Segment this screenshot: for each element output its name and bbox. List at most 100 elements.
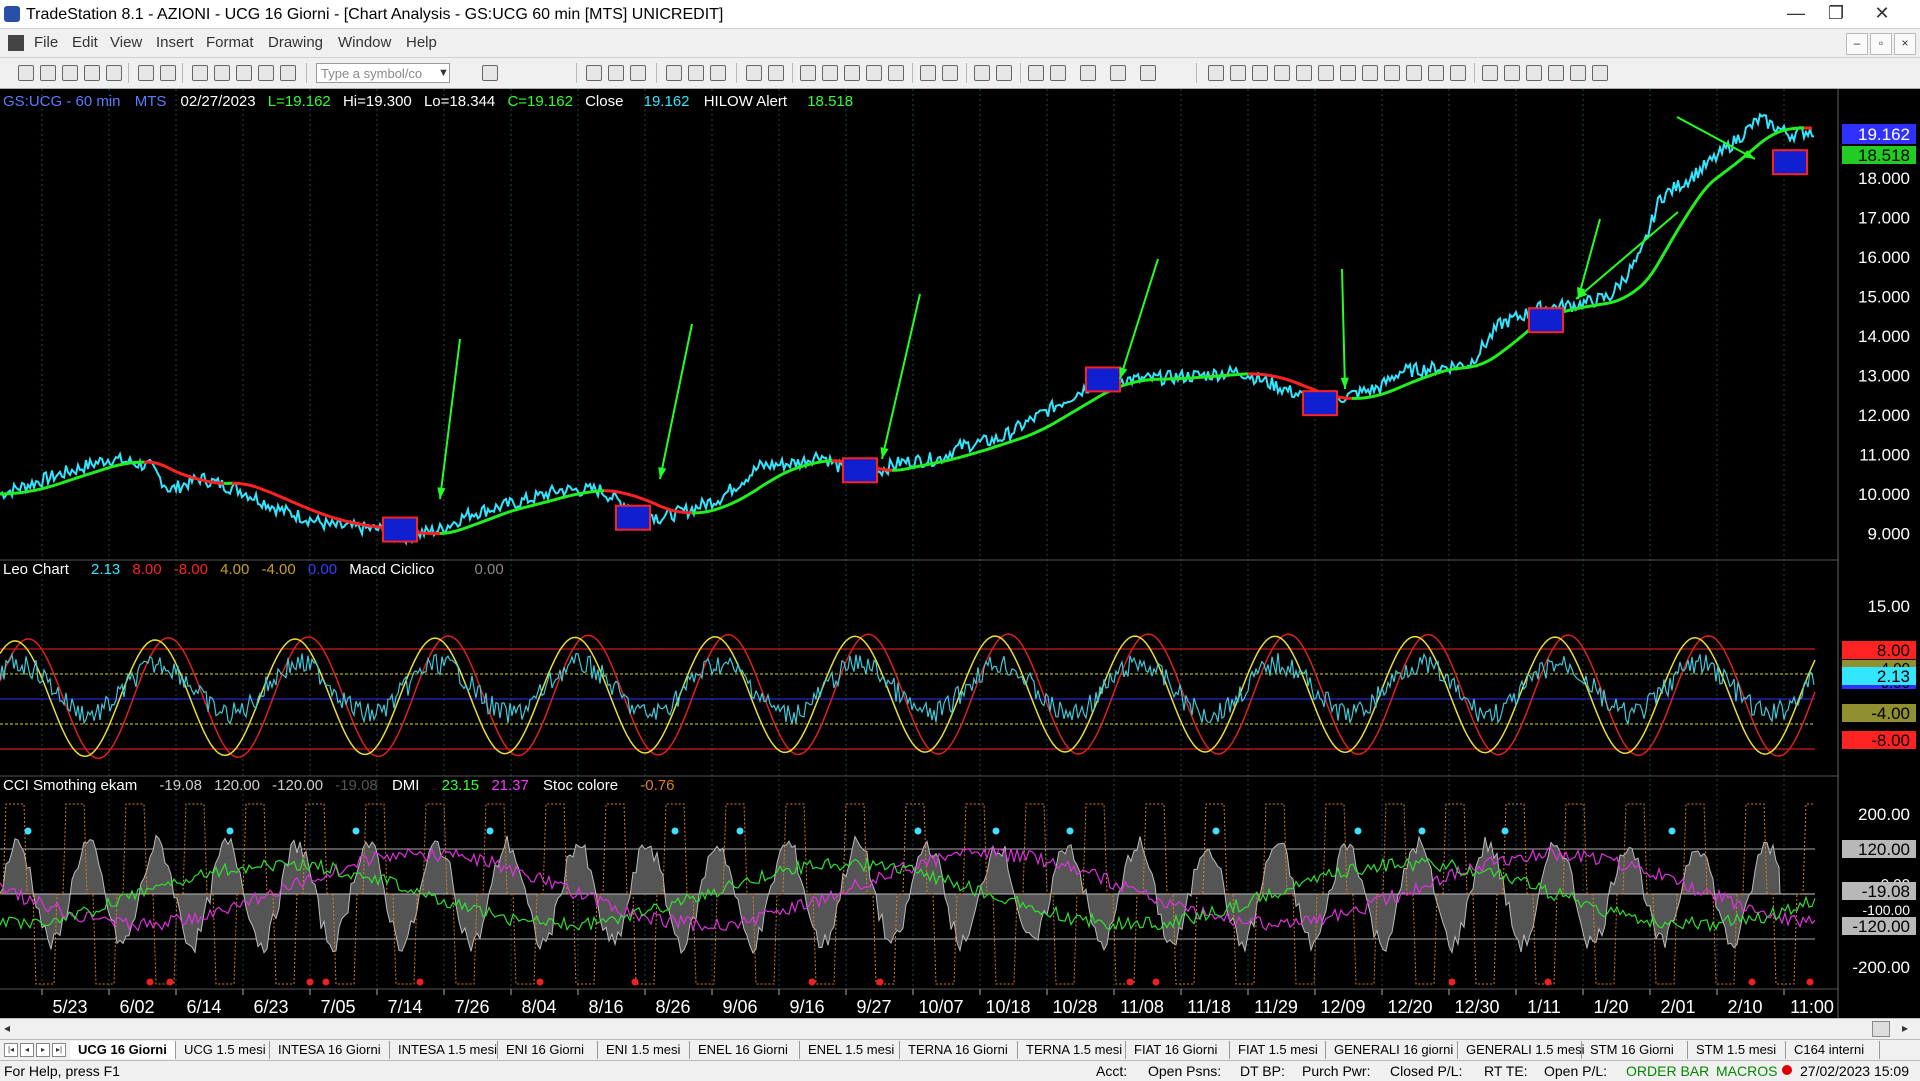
tab-stm-1-5-mesi[interactable]: STM 1.5 mesi: [1688, 1041, 1786, 1059]
bars-back-icon[interactable]: [866, 65, 882, 81]
mdi-restore-button[interactable]: ▫: [1870, 33, 1892, 55]
symbol-dropdown-icon[interactable]: ▼: [438, 63, 449, 83]
copy-icon[interactable]: [84, 65, 100, 81]
lock-icon[interactable]: [236, 65, 252, 81]
tab-terna-16-giorni[interactable]: TERNA 16 Giorni: [900, 1041, 1018, 1059]
freehand-icon[interactable]: [1482, 65, 1498, 81]
down-arrow-marker-icon[interactable]: [1504, 65, 1520, 81]
data-window-icon[interactable]: [608, 65, 624, 81]
print-preview-icon[interactable]: [160, 65, 176, 81]
tab-c164-interni[interactable]: C164 interni: [1786, 1041, 1880, 1059]
tab-last-icon[interactable]: ▸|: [52, 1043, 66, 1057]
ellipse-icon[interactable]: [1548, 65, 1564, 81]
folder-icon[interactable]: [106, 65, 122, 81]
chart-window-icon[interactable]: [8, 35, 24, 51]
tab-eni-1-5-mesi[interactable]: ENI 1.5 mesi: [598, 1041, 690, 1059]
tab-prev-icon[interactable]: ◂: [20, 1043, 34, 1057]
rectangle-icon[interactable]: [1570, 65, 1586, 81]
close-button[interactable]: ✕: [1862, 0, 1902, 28]
menu-file[interactable]: File: [34, 34, 58, 51]
horizontal-lines-icon[interactable]: [1252, 65, 1268, 81]
tab-enel-16-giorni[interactable]: ENEL 16 Giorni: [690, 1041, 800, 1059]
line-chart-icon[interactable]: [688, 65, 704, 81]
pointer-icon[interactable]: [1028, 65, 1044, 81]
mdi-minimize-button[interactable]: –: [1846, 33, 1868, 55]
andrews-pitchfork-icon[interactable]: [1318, 65, 1334, 81]
chart-format-icon[interactable]: [586, 65, 602, 81]
alerts-icon[interactable]: [1140, 65, 1156, 81]
price-axis-tick: 9.000: [1867, 525, 1910, 544]
new-icon[interactable]: [18, 65, 34, 81]
tab-first-icon[interactable]: |◂: [4, 1043, 18, 1057]
mdi-close-button[interactable]: ×: [1894, 33, 1916, 55]
tools-icon[interactable]: [1080, 65, 1096, 81]
price-axis-tick: 14.000: [1858, 327, 1910, 346]
tab-fiat-1-5-mesi[interactable]: FIAT 1.5 mesi: [1230, 1041, 1326, 1059]
zoom-out-icon[interactable]: [996, 65, 1012, 81]
menu-format[interactable]: Format: [206, 34, 254, 51]
insert-strategy-icon[interactable]: [768, 65, 784, 81]
menu-edit[interactable]: Edit: [72, 34, 98, 51]
tab-intesa-16-giorni[interactable]: INTESA 16 Giorni: [270, 1041, 390, 1059]
tab-generali-16-giorni[interactable]: GENERALI 16 giorni: [1326, 1041, 1458, 1059]
channel-icon[interactable]: [1274, 65, 1290, 81]
pencil-icon[interactable]: [1450, 65, 1466, 81]
data-compress-icon[interactable]: [822, 65, 838, 81]
symbol-input[interactable]: Type a symbol/co: [316, 63, 450, 83]
indicator-icon[interactable]: [280, 65, 296, 81]
tab-enel-1-5-mesi[interactable]: ENEL 1.5 mesi: [800, 1041, 900, 1059]
maximize-button[interactable]: ❐: [1816, 0, 1856, 28]
horizontal-arrow-icon[interactable]: [1384, 65, 1400, 81]
gann-fan-icon[interactable]: [1340, 65, 1356, 81]
chart-table-icon[interactable]: [630, 65, 646, 81]
menu-view[interactable]: View: [110, 34, 142, 51]
parallel-lines-icon[interactable]: [1406, 65, 1422, 81]
refresh-icon[interactable]: [710, 65, 726, 81]
tab-intesa-1-5-mesi[interactable]: INTESA 1.5 mesi: [390, 1041, 498, 1059]
data-expand-icon[interactable]: [844, 65, 860, 81]
vertical-lines-icon[interactable]: [1230, 65, 1246, 81]
tab-next-icon[interactable]: ▸: [36, 1043, 50, 1057]
zoom-in-icon[interactable]: [974, 65, 990, 81]
tab-generali-1-5-mesi[interactable]: GENERALI 1.5 mesi: [1458, 1041, 1582, 1059]
select-icon[interactable]: [1050, 65, 1066, 81]
window-tile-icon[interactable]: [192, 65, 208, 81]
open-icon[interactable]: [40, 65, 56, 81]
tab-terna-1-5-mesi[interactable]: TERNA 1.5 mesi: [1018, 1041, 1126, 1059]
tab-eni-16-giorni[interactable]: ENI 16 Giorni: [498, 1041, 598, 1059]
menu-insert[interactable]: Insert: [156, 34, 194, 51]
arc-icon[interactable]: [1428, 65, 1444, 81]
chart-analysis-window[interactable]: GS:UCG - 60 min MTS 02/27/2023 L=19.162 …: [0, 89, 1920, 1018]
window-cascade-icon[interactable]: [214, 65, 230, 81]
menu-window[interactable]: Window: [338, 34, 391, 51]
crosshair-icon[interactable]: [920, 65, 936, 81]
insert-analysis-icon[interactable]: [746, 65, 762, 81]
scroll-thumb[interactable]: [1872, 1021, 1890, 1037]
order-icon[interactable]: [1110, 65, 1126, 81]
up-arrow-marker-icon[interactable]: [1526, 65, 1542, 81]
menu-help[interactable]: Help: [406, 34, 437, 51]
text-icon[interactable]: [1592, 65, 1608, 81]
horizontal-scrollbar[interactable]: ◂ ▸: [0, 1018, 1920, 1039]
go-arrow-icon[interactable]: [482, 65, 498, 81]
tab-fiat-16-giorni[interactable]: FIAT 16 Giorni: [1126, 1041, 1230, 1059]
trendline-icon[interactable]: [1208, 65, 1224, 81]
save-icon[interactable]: [62, 65, 78, 81]
tab-ucg-1-5-mesi[interactable]: UCG 1.5 mesi: [176, 1041, 270, 1059]
pan-icon[interactable]: [942, 65, 958, 81]
status-order-bar[interactable]: ORDER BAR: [1626, 1063, 1709, 1079]
bar-chart-icon[interactable]: [666, 65, 682, 81]
print-icon[interactable]: [138, 65, 154, 81]
menu-drawing[interactable]: Drawing: [268, 34, 323, 51]
status-macros[interactable]: MACROS: [1716, 1063, 1777, 1079]
tab-ucg-16-giorni[interactable]: UCG 16 Giorni: [70, 1041, 176, 1059]
scroll-right-icon[interactable]: ▸: [1902, 1021, 1908, 1035]
fibonacci-icon[interactable]: [1296, 65, 1312, 81]
tab-stm-16-giorni[interactable]: STM 16 Giorni: [1582, 1041, 1688, 1059]
bars-forward-icon[interactable]: [888, 65, 904, 81]
minimize-button[interactable]: —: [1776, 0, 1816, 28]
speed-lines-icon[interactable]: [1362, 65, 1378, 81]
strategy-icon[interactable]: [258, 65, 274, 81]
scale-icon[interactable]: [800, 65, 816, 81]
scroll-left-icon[interactable]: ◂: [4, 1021, 10, 1035]
